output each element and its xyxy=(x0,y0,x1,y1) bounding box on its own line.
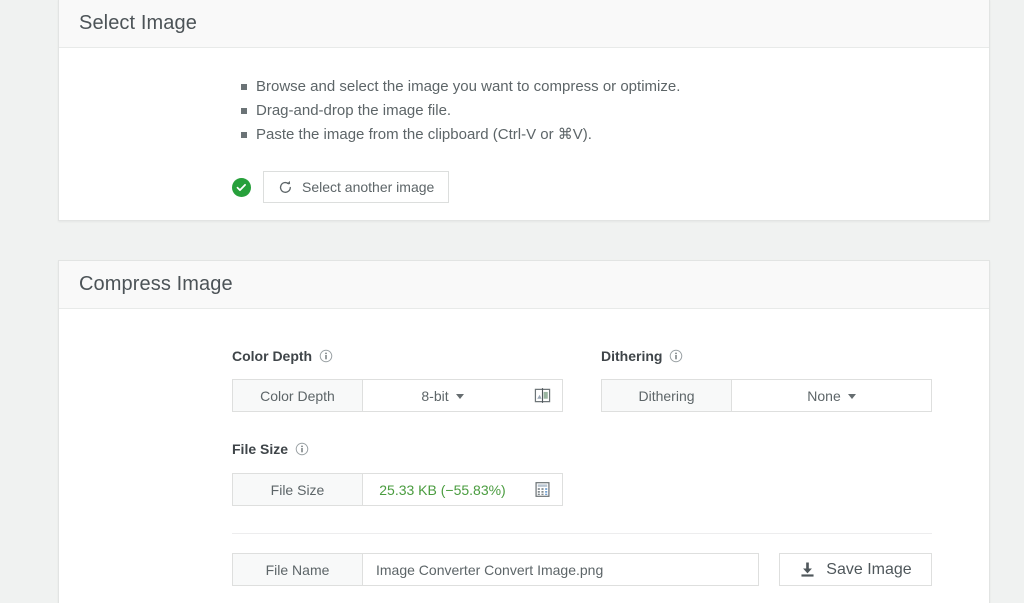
file-size-addon: File Size xyxy=(233,474,363,505)
compress-image-card-header: Compress Image xyxy=(59,261,989,309)
bullet-square-icon xyxy=(241,132,247,138)
compress-image-card: Compress Image Color Depth Dithering Col… xyxy=(58,260,990,603)
refresh-icon xyxy=(278,180,293,195)
file-size-value-field[interactable]: 25.33 KB (−55.83%) xyxy=(363,474,522,505)
page-root: Select Image Browse and select the image… xyxy=(0,0,1024,603)
file-name-input-group: File Name Image Converter Convert Image.… xyxy=(232,553,759,586)
info-icon[interactable] xyxy=(669,349,683,363)
instruction-text: Browse and select the image you want to … xyxy=(256,78,681,95)
file-name-addon: File Name xyxy=(233,554,363,585)
section-divider xyxy=(232,533,932,534)
dithering-label: Dithering xyxy=(601,348,663,364)
bullet-square-icon xyxy=(241,108,247,114)
dithering-input-group: Dithering None xyxy=(601,379,932,412)
color-depth-input-group: Color Depth 8-bit xyxy=(232,379,563,412)
chevron-down-icon xyxy=(455,394,464,399)
instruction-text: Drag-and-drop the image file. xyxy=(256,102,452,119)
bullet-square-icon xyxy=(241,84,247,90)
file-size-label-row: File Size xyxy=(232,441,309,457)
select-image-card-body: Browse and select the image you want to … xyxy=(59,48,989,203)
check-circle-icon xyxy=(232,177,251,197)
list-item: Browse and select the image you want to … xyxy=(241,75,989,99)
file-name-value: Image Converter Convert Image.png xyxy=(376,561,604,578)
dithering-label-row: Dithering xyxy=(601,348,683,364)
compress-image-title: Compress Image xyxy=(79,273,233,295)
file-name-input[interactable]: Image Converter Convert Image.png xyxy=(363,554,758,585)
color-depth-select[interactable]: 8-bit xyxy=(363,380,522,411)
info-icon[interactable] xyxy=(295,442,309,456)
color-depth-addon: Color Depth xyxy=(233,380,363,411)
color-depth-value: 8-bit xyxy=(421,387,449,404)
download-icon xyxy=(799,561,816,578)
compare-image-icon[interactable] xyxy=(522,380,562,411)
select-another-image-row: Select another image xyxy=(59,171,989,203)
select-image-card: Select Image Browse and select the image… xyxy=(58,0,990,221)
list-item: Paste the image from the clipboard (Ctrl… xyxy=(241,123,989,147)
calculator-icon[interactable] xyxy=(522,474,562,505)
file-size-label: File Size xyxy=(232,441,289,457)
select-image-card-header: Select Image xyxy=(59,0,989,48)
color-depth-label-row: Color Depth xyxy=(232,348,333,364)
file-size-value: 25.33 KB (−55.83%) xyxy=(379,481,506,498)
chevron-down-icon xyxy=(847,394,856,399)
instruction-list: Browse and select the image you want to … xyxy=(59,48,989,147)
dithering-select[interactable]: None xyxy=(732,380,931,411)
instruction-text: Paste the image from the clipboard (Ctrl… xyxy=(256,126,592,143)
select-another-image-label: Select another image xyxy=(302,179,435,195)
save-image-label: Save Image xyxy=(826,560,912,578)
dithering-value: None xyxy=(807,387,841,404)
color-depth-label: Color Depth xyxy=(232,348,313,364)
file-size-input-group: File Size 25.33 KB (−55.83%) xyxy=(232,473,563,506)
dithering-addon: Dithering xyxy=(602,380,732,411)
list-item: Drag-and-drop the image file. xyxy=(241,99,989,123)
select-image-title: Select Image xyxy=(79,12,197,34)
info-icon[interactable] xyxy=(319,349,333,363)
select-another-image-button[interactable]: Select another image xyxy=(263,171,450,203)
save-image-button[interactable]: Save Image xyxy=(779,553,932,586)
